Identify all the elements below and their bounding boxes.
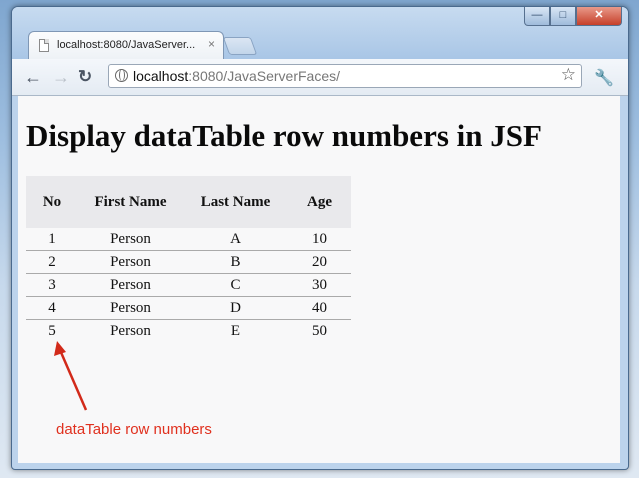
arrow-head — [54, 341, 66, 356]
page-title: Display dataTable row numbers in JSF — [26, 118, 542, 153]
column-header-last-name: Last Name — [183, 176, 288, 228]
cell-no: 4 — [26, 296, 78, 320]
cell-age: 50 — [312, 322, 327, 339]
cell-first-name: Person — [78, 228, 183, 251]
table-row: 1 Person A 10 — [26, 228, 351, 251]
browser-tab[interactable]: localhost:8080/JavaServer... × — [28, 31, 224, 59]
cell-age: 10 — [288, 228, 351, 251]
star-icon[interactable]: ☆ — [561, 65, 576, 85]
new-tab-button[interactable] — [222, 37, 258, 55]
cell-last-name: A — [183, 228, 288, 251]
cell-no: 3 — [26, 273, 78, 297]
maximize-button[interactable]: □ — [550, 7, 576, 26]
cell-last-name: C — [183, 273, 288, 297]
minimize-button[interactable]: — — [524, 7, 550, 26]
cell-first-name: Person — [78, 296, 183, 320]
cell-first-name: Person — [78, 273, 183, 297]
column-header-first-name: First Name — [78, 176, 183, 228]
table-row: 2 Person B 20 — [26, 250, 351, 274]
page-icon — [39, 39, 49, 52]
cell-first-name: Person — [78, 250, 183, 274]
data-table: No First Name Last Name Age 1 Person A 1… — [26, 176, 351, 342]
cell-age: 30 — [288, 273, 351, 297]
title-bar: localhost:8080/JavaServer... × — □ ✕ — [12, 7, 628, 59]
wrench-icon[interactable]: 🔧 — [594, 68, 614, 88]
tab-close-icon[interactable]: × — [208, 37, 215, 51]
tab-title: localhost:8080/JavaServer... — [57, 39, 196, 51]
cell-age: 40 — [288, 296, 351, 320]
reload-icon[interactable]: ↻ — [78, 67, 92, 87]
table-row: 4 Person D 40 — [26, 296, 351, 320]
globe-icon — [115, 69, 128, 82]
close-button[interactable]: ✕ — [576, 7, 622, 26]
forward-icon[interactable]: → — [52, 67, 70, 87]
cell-age: 20 — [288, 250, 351, 274]
table-row: 3 Person C 30 — [26, 273, 351, 297]
back-icon[interactable]: ← — [24, 67, 42, 87]
cell-last-name: B — [183, 250, 288, 274]
page-content: Display dataTable row numbers in JSF No … — [18, 96, 620, 463]
cell-last-name: D — [183, 296, 288, 320]
annotation-arrow — [54, 341, 88, 411]
browser-toolbar: ← → ↻ localhost:8080/JavaServerFaces/ ☆ … — [12, 59, 628, 96]
table-header-row: No First Name Last Name Age — [26, 176, 351, 228]
column-header-age: Age — [288, 176, 351, 228]
url-text[interactable]: localhost:8080/JavaServerFaces/ — [133, 68, 340, 84]
arrow-shaft — [58, 349, 88, 411]
column-header-no: No — [26, 176, 78, 228]
cell-no: 1 — [26, 228, 78, 251]
url-path: :8080/JavaServerFaces/ — [188, 68, 341, 84]
cell-last-name: E — [230, 322, 241, 339]
url-host: localhost — [133, 68, 189, 84]
cell-no: 2 — [26, 250, 78, 274]
address-bar[interactable]: localhost:8080/JavaServerFaces/ ☆ — [108, 64, 582, 88]
annotation-label: dataTable row numbers — [56, 421, 212, 438]
browser-window: localhost:8080/JavaServer... × — □ ✕ ← →… — [11, 6, 629, 470]
